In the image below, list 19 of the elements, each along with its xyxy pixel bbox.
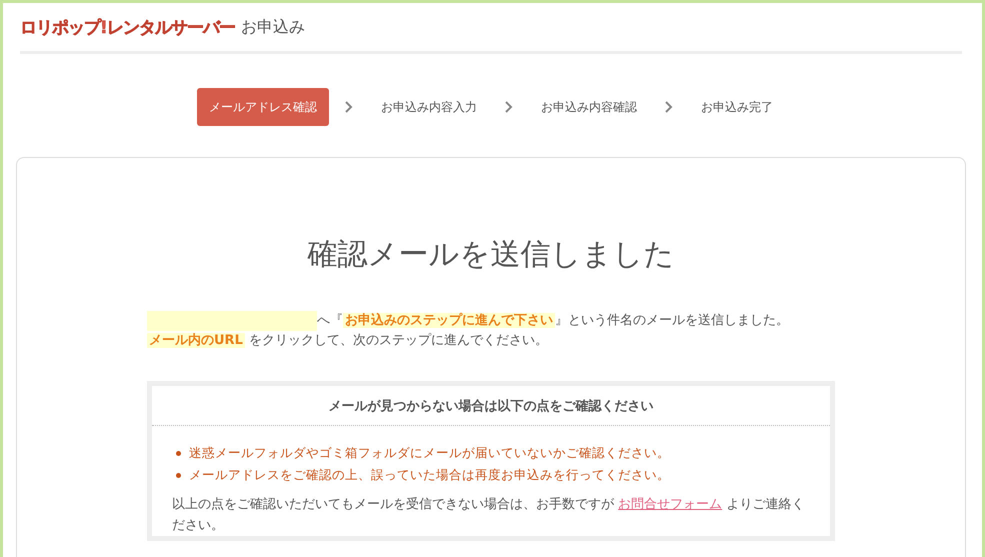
chevron-icon bbox=[345, 101, 353, 113]
step: お申込み完了 bbox=[689, 88, 785, 126]
contact-form-link[interactable]: お問合せフォーム bbox=[618, 497, 722, 512]
logo[interactable]: ロリポップ!レンタルサーバー bbox=[20, 16, 235, 38]
notice-title: メールが見つからない場合は以下の点をご確認ください bbox=[152, 386, 830, 426]
message-text: へ『お申込みのステップに進んで下さい』という件名のメールを送信しました。 bbox=[317, 312, 789, 330]
notice-item: メールアドレスをご確認の上、誤っていた場合は再度お申込みを行ってください。 bbox=[189, 466, 670, 484]
page-title: お申込み bbox=[240, 16, 305, 38]
heading: 確認メールを送信しました bbox=[306, 236, 676, 274]
bullet-icon bbox=[176, 450, 181, 456]
contact-text: 以上の点をご確認いただいてもメールを受信できない場合は、お手数ですが お問合せフォーム よりご連絡ください。 bbox=[171, 496, 806, 535]
notice-item: 迷惑メールフォルダやゴミ箱フォルダにメールが届いていないかご確認ください。 bbox=[189, 444, 670, 462]
step: メールアドレス確認 bbox=[197, 88, 329, 126]
step: お申込み内容入力 bbox=[369, 88, 489, 126]
step: お申込み内容確認 bbox=[529, 88, 649, 126]
bullet-icon bbox=[176, 472, 181, 478]
chevron-icon bbox=[505, 101, 513, 113]
chevron-icon bbox=[665, 101, 673, 113]
message-text: メール内のURL をクリックして、次のステップに進んでください。 bbox=[147, 332, 548, 350]
